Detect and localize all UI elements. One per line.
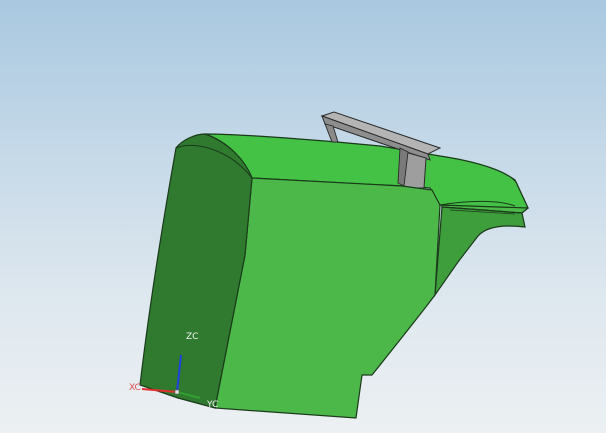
triad-z-label: ZC	[186, 332, 198, 342]
triad-y-label: YC	[206, 400, 218, 410]
triad-x-label: XC	[129, 383, 141, 393]
graphics-viewport[interactable]: ZC XC YC	[0, 0, 606, 433]
triad-origin	[174, 389, 180, 395]
model-scene[interactable]: ZC XC YC	[0, 0, 606, 433]
